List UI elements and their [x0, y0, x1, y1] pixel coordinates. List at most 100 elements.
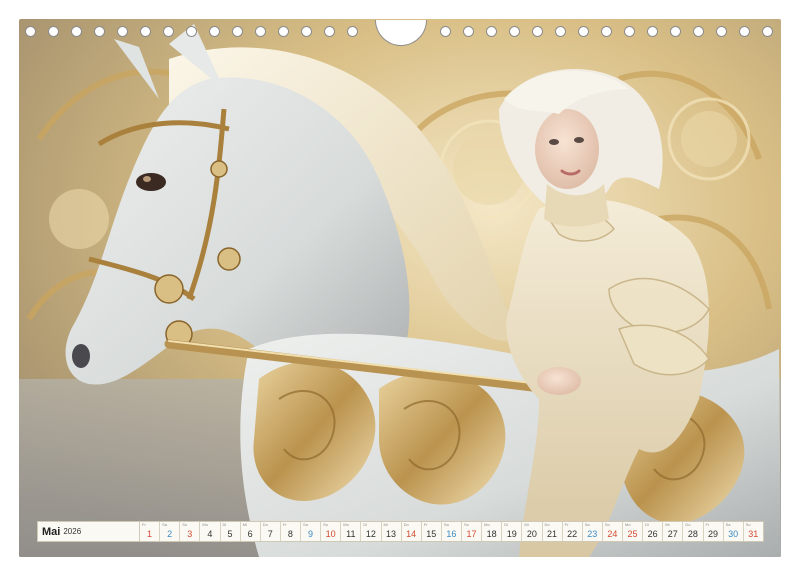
binding-hole	[324, 26, 335, 37]
day-number: 28	[687, 529, 698, 539]
binding-hole	[186, 26, 197, 37]
binding-hole	[278, 26, 289, 37]
binding-hole	[624, 26, 635, 37]
day-number: 26	[647, 529, 658, 539]
binding-hole	[94, 26, 105, 37]
weekday-label: Mi	[524, 522, 529, 527]
weekday-label: Do	[403, 522, 409, 527]
day-cell: So 31	[743, 522, 763, 541]
weekday-label: Do	[544, 522, 550, 527]
day-cell: So 3	[180, 522, 201, 541]
weekday-label: Fr	[142, 522, 146, 527]
day-cell: Mi 27	[663, 522, 684, 541]
binding-hole	[71, 26, 82, 37]
calendar-page: Mai 2026 Fr 1 Sa 2 So 3 Mo 4 Di 5 Mi 6 Do 7 Fr 8 Sa 9 So 10…	[0, 0, 800, 577]
weekday-label: So	[323, 522, 329, 527]
binding-hole	[509, 26, 520, 37]
binding-hole	[670, 26, 681, 37]
day-number: 29	[708, 529, 719, 539]
day-cell: Fr 1	[140, 522, 161, 541]
day-number: 4	[207, 529, 213, 539]
weekday-label: Di	[504, 522, 509, 527]
day-number: 1	[147, 529, 153, 539]
day-row: Fr 1 Sa 2 So 3 Mo 4 Di 5 Mi 6 Do 7 Fr 8 Sa 9 So 10 Mo 11 Di 12 M…	[140, 522, 763, 541]
day-cell: Sa 23	[582, 522, 603, 541]
day-number: 20	[526, 529, 537, 539]
day-number: 18	[486, 529, 497, 539]
weekday-label: Mo	[343, 522, 349, 527]
binding-hole	[232, 26, 243, 37]
day-cell: Mo 18	[482, 522, 503, 541]
day-cell: Sa 2	[160, 522, 181, 541]
day-cell: Di 5	[220, 522, 241, 541]
weekday-label: Di	[222, 522, 227, 527]
day-number: 15	[426, 529, 437, 539]
photo-illustration	[19, 19, 781, 557]
day-cell: Mo 25	[623, 522, 644, 541]
day-number: 21	[547, 529, 558, 539]
binding-hole	[555, 26, 566, 37]
weekday-label: Fr	[282, 522, 287, 527]
weekday-label: So	[604, 522, 610, 527]
binding-hole	[140, 26, 151, 37]
calendar-strip: Mai 2026 Fr 1 Sa 2 So 3 Mo 4 Di 5 Mi 6 Do 7 Fr 8 Sa 9 So 10…	[37, 521, 764, 542]
day-cell: Do 28	[683, 522, 704, 541]
day-number: 19	[506, 529, 517, 539]
weekday-label: Do	[262, 522, 268, 527]
weekday-label: Di	[363, 522, 368, 527]
day-cell: Di 26	[643, 522, 664, 541]
day-cell: Sa 30	[723, 522, 744, 541]
weekday-label: Mi	[383, 522, 388, 527]
day-cell: Fr 15	[421, 522, 442, 541]
day-cell: Fr 29	[703, 522, 724, 541]
day-cell: Di 19	[502, 522, 523, 541]
day-number: 12	[365, 529, 376, 539]
day-number: 22	[567, 529, 578, 539]
day-number: 13	[386, 529, 397, 539]
weekday-label: Di	[645, 522, 649, 527]
binding-hole	[163, 26, 174, 37]
binding-hole	[647, 26, 658, 37]
day-cell: Di 12	[361, 522, 382, 541]
weekday-label: Sa	[303, 522, 308, 527]
weekday-label: Mo	[202, 522, 208, 527]
day-number: 10	[325, 529, 336, 539]
binding-hole	[486, 26, 497, 37]
day-cell: So 10	[321, 522, 342, 541]
day-number: 7	[267, 529, 273, 539]
binding-hole	[762, 26, 773, 37]
day-cell: Do 14	[401, 522, 422, 541]
day-cell: So 17	[462, 522, 483, 541]
day-number: 9	[308, 529, 314, 539]
binding-hole	[716, 26, 727, 37]
day-cell: Mo 11	[341, 522, 362, 541]
month-name: Mai	[42, 525, 61, 538]
binding-hole	[117, 26, 128, 37]
binding-hole	[440, 26, 451, 37]
day-cell: So 24	[602, 522, 623, 541]
day-number: 11	[346, 529, 356, 539]
weekday-label: Fr	[423, 522, 428, 527]
day-number: 14	[406, 529, 417, 539]
weekday-label: Mi	[665, 522, 670, 527]
day-cell: Mo 4	[200, 522, 221, 541]
binding-hole	[463, 26, 474, 37]
day-number: 16	[446, 529, 457, 539]
day-number: 23	[587, 529, 598, 539]
month-label: Mai 2026	[38, 522, 140, 541]
weekday-label: Mo	[625, 522, 631, 527]
binding-hole	[301, 26, 312, 37]
weekday-label: Sa	[162, 522, 168, 527]
weekday-label: Sa	[725, 522, 731, 527]
day-cell: Sa 16	[441, 522, 462, 541]
weekday-label: So	[464, 522, 469, 527]
weekday-label: Mi	[242, 522, 247, 527]
binding-hole	[693, 26, 704, 37]
day-number: 24	[607, 529, 618, 539]
day-number: 27	[667, 529, 678, 539]
photo	[19, 19, 781, 557]
weekday-label: Fr	[564, 522, 569, 527]
month-year: 2026	[63, 527, 82, 536]
day-number: 8	[287, 529, 293, 539]
day-cell: Sa 9	[301, 522, 322, 541]
